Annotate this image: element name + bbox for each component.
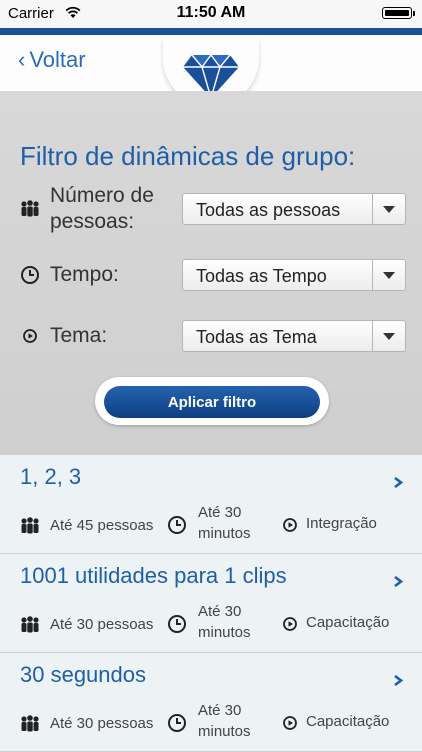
time-filter-label: Tempo: xyxy=(50,263,119,286)
item-title: 1, 2, 3 xyxy=(20,464,82,489)
clock-icon xyxy=(168,714,186,732)
play-circle-icon xyxy=(23,329,37,343)
item-people: Até 45 pessoas xyxy=(50,517,154,534)
status-bar: Carrier 11:50 AM xyxy=(0,0,422,28)
item-time-line2: minutos xyxy=(198,525,251,542)
apply-filter-button[interactable]: Aplicar filtro xyxy=(104,386,320,418)
list-item[interactable]: 1, 2, 3 Até 45 pessoas Até 30 minutos In xyxy=(0,455,422,554)
item-theme: Capacitação xyxy=(306,713,390,730)
chevron-right-icon xyxy=(394,675,404,686)
people-select[interactable]: Todas as pessoas xyxy=(182,193,406,225)
filter-panel: Filtro de dinâmicas de grupo: Número de … xyxy=(0,91,422,455)
item-meta: Até 45 pessoas Até 30 minutos Integração xyxy=(0,502,422,549)
chevron-right-icon xyxy=(394,576,404,587)
results-list: 1, 2, 3 Até 45 pessoas Até 30 minutos In xyxy=(0,455,422,752)
clock-icon xyxy=(21,266,39,284)
item-title: 1001 utilidades para 1 clips xyxy=(20,563,287,588)
item-time: Até 30 minutos xyxy=(198,601,251,643)
header-strip xyxy=(0,28,422,35)
time-select-value: Todas as Tempo xyxy=(196,266,327,286)
theme-filter-label: Tema: xyxy=(50,324,108,347)
people-filter-label-line1: Número de xyxy=(50,184,154,207)
people-select-value: Todas as pessoas xyxy=(196,200,341,220)
list-item[interactable]: 1001 utilidades para 1 clips Até 30 pess… xyxy=(0,554,422,653)
play-circle-icon xyxy=(283,716,297,730)
item-time-line2: minutos xyxy=(198,624,251,641)
item-theme: Capacitação xyxy=(306,614,390,631)
item-time-line1: Até 30 xyxy=(198,603,242,620)
theme-select-value: Todas as Tema xyxy=(196,327,317,347)
chevron-right-icon xyxy=(394,477,404,488)
people-icon xyxy=(21,715,39,732)
filter-title: Filtro de dinâmicas de grupo: xyxy=(20,141,356,171)
chevron-left-icon: ‹ xyxy=(18,47,26,72)
item-time-line1: Até 30 xyxy=(198,702,242,719)
back-label: Voltar xyxy=(29,47,86,72)
dropdown-arrow-icon xyxy=(372,260,405,290)
theme-select[interactable]: Todas as Tema xyxy=(182,320,406,352)
play-circle-icon xyxy=(283,617,297,631)
status-time: 11:50 AM xyxy=(176,4,246,21)
item-time-line2: minutos xyxy=(198,723,251,740)
item-title: 30 segundos xyxy=(20,662,146,687)
item-meta: Até 30 pessoas Até 30 minutos Capacitaçã… xyxy=(0,601,422,648)
clock-icon xyxy=(168,516,186,534)
item-time-line1: Até 30 xyxy=(198,504,242,521)
clock-icon xyxy=(168,615,186,633)
list-item[interactable]: 30 segundos Até 30 pessoas Até 30 minuto… xyxy=(0,653,422,752)
people-filter-label: Número de pessoas: xyxy=(50,183,154,235)
people-icon xyxy=(21,200,39,217)
item-people: Até 30 pessoas xyxy=(50,715,154,732)
item-time: Até 30 minutos xyxy=(198,502,251,544)
dropdown-arrow-icon xyxy=(372,194,405,224)
item-time: Até 30 minutos xyxy=(198,700,251,742)
people-icon xyxy=(21,517,39,534)
time-select[interactable]: Todas as Tempo xyxy=(182,259,406,291)
people-icon xyxy=(21,616,39,633)
battery-icon xyxy=(382,7,415,19)
play-circle-icon xyxy=(283,518,297,532)
people-filter-label-line2: pessoas: xyxy=(50,210,135,233)
item-theme: Integração xyxy=(306,515,377,532)
item-people: Até 30 pessoas xyxy=(50,616,154,633)
dropdown-arrow-icon xyxy=(372,321,405,351)
item-meta: Até 30 pessoas Até 30 minutos Capacitaçã… xyxy=(0,700,422,747)
back-button[interactable]: ‹ Voltar xyxy=(18,47,86,73)
